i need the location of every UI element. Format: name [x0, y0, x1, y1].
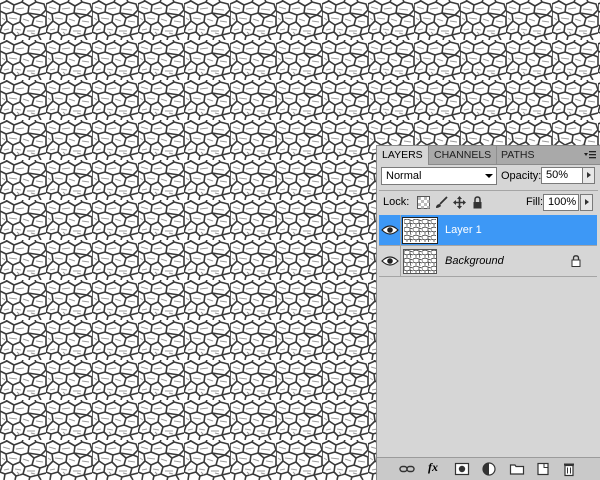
lock-image-pixels-brush-icon[interactable]	[435, 196, 448, 209]
lock-position-move-icon[interactable]	[453, 196, 466, 209]
fill-field[interactable]: 100%	[543, 194, 579, 211]
layer-thumbnail	[402, 217, 438, 244]
thumbnail-image	[404, 219, 436, 242]
lock-icon	[571, 255, 581, 267]
layer-row-layer-1[interactable]: Layer 1	[379, 215, 597, 246]
layer-style-fx-icon[interactable]: fx	[428, 460, 438, 475]
panel-menu-icon[interactable]	[583, 148, 597, 162]
layer-thumbnail	[403, 249, 437, 274]
blend-mode-select[interactable]: Normal	[381, 167, 497, 185]
eye-icon[interactable]	[381, 223, 399, 237]
layer-name[interactable]: Background	[445, 255, 504, 267]
link-layers-icon[interactable]	[399, 461, 415, 477]
opacity-slider-button[interactable]	[582, 167, 595, 184]
opacity-label: Opacity:	[501, 170, 542, 182]
tab-layers[interactable]: LAYERS	[377, 146, 429, 165]
layers-panel: LAYERS CHANNELS PATHS Normal Opacity: 50…	[376, 145, 600, 480]
divider	[400, 246, 401, 276]
lock-all-icon[interactable]	[471, 196, 484, 209]
lock-row: Lock: Fill: 100%	[381, 194, 597, 212]
blend-mode-value: Normal	[386, 170, 422, 182]
new-group-icon[interactable]	[509, 461, 525, 477]
tab-paths[interactable]: PATHS	[496, 146, 539, 164]
panel-footer: fx	[377, 457, 600, 480]
layer-row-background[interactable]: Background	[379, 246, 597, 277]
lock-label: Lock:	[383, 196, 410, 208]
panel-tab-bar: LAYERS CHANNELS PATHS	[377, 146, 600, 165]
lock-transparent-pixels-icon[interactable]	[417, 196, 430, 209]
trash-icon[interactable]	[561, 461, 577, 477]
eye-icon[interactable]	[381, 254, 399, 268]
fill-slider-button[interactable]	[580, 194, 593, 211]
divider	[379, 190, 598, 191]
blend-row: Normal Opacity: 50%	[379, 167, 598, 189]
divider	[400, 215, 401, 245]
thumbnail-image	[404, 250, 436, 273]
opacity-field[interactable]: 50%	[541, 167, 583, 184]
layer-mask-icon[interactable]	[454, 461, 470, 477]
layers-list: Layer 1 Background	[379, 215, 597, 457]
adjustment-layer-icon[interactable]	[481, 461, 497, 477]
fill-label: Fill:	[526, 196, 544, 208]
chevron-down-icon	[485, 174, 493, 178]
tab-channels[interactable]: CHANNELS	[429, 146, 498, 164]
layer-name[interactable]: Layer 1	[445, 224, 482, 236]
new-layer-icon[interactable]	[535, 461, 551, 477]
